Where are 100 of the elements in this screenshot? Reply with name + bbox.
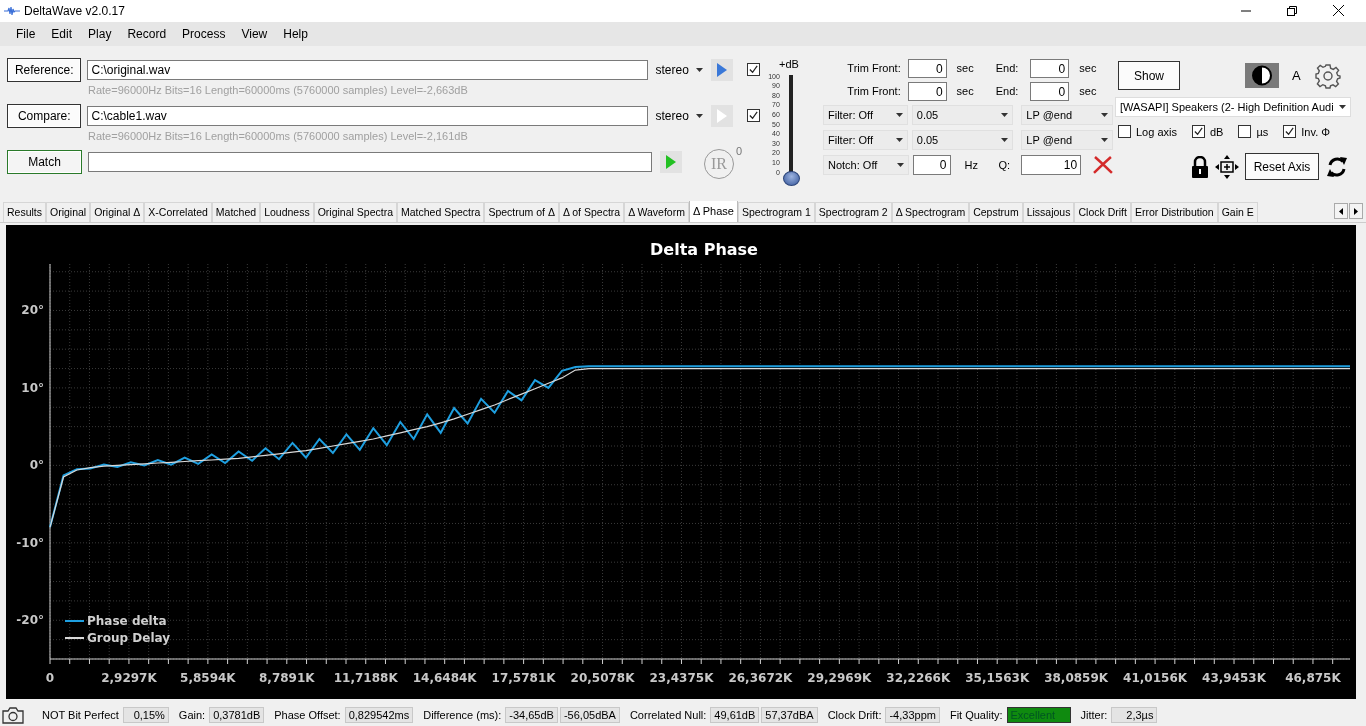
end-field[interactable]: 0 bbox=[1030, 58, 1070, 78]
tab[interactable]: Spectrogram 2 bbox=[814, 202, 892, 223]
trim-field[interactable]: 0 bbox=[907, 81, 947, 101]
menu-item[interactable]: File bbox=[8, 26, 44, 41]
y-tick-label: -20° bbox=[16, 613, 44, 628]
file-button[interactable]: Compare: bbox=[7, 103, 82, 128]
right-arrow-icon bbox=[1354, 207, 1358, 215]
tab[interactable]: Lissajous bbox=[1022, 202, 1075, 223]
font-button[interactable]: A bbox=[1292, 68, 1301, 84]
caret-icon bbox=[896, 163, 904, 168]
filter-dropdown[interactable]: Filter: Off bbox=[823, 130, 908, 151]
checkbox[interactable] bbox=[747, 63, 760, 77]
device-dropdown[interactable]: [WASAPI] Speakers (2- High Definition Audi bbox=[1115, 96, 1351, 117]
status-value: -34,65dB bbox=[505, 707, 558, 724]
x-tick-label: 46,875K bbox=[1285, 671, 1341, 686]
x-tick-label: 38,0859K bbox=[1044, 671, 1109, 686]
end-label: End: bbox=[994, 85, 1019, 98]
x-tick-label: 41,0156K bbox=[1123, 671, 1188, 686]
caret-icon bbox=[1101, 113, 1108, 118]
move-icon[interactable] bbox=[1214, 153, 1240, 180]
play-button[interactable] bbox=[711, 58, 733, 81]
tab[interactable]: Gain E bbox=[1217, 202, 1258, 223]
mode-dropdown[interactable]: LP @end bbox=[1021, 130, 1113, 151]
camera-icon[interactable] bbox=[2, 706, 24, 725]
checkbox[interactable] bbox=[1192, 125, 1205, 139]
show-button[interactable]: Show bbox=[1118, 61, 1180, 91]
path-field[interactable]: C:\cable1.wav bbox=[87, 105, 648, 126]
status-value: -4,33ppm bbox=[885, 707, 940, 724]
tab[interactable]: Original Δ bbox=[90, 202, 145, 223]
trim-label: Trim Front: bbox=[846, 85, 901, 98]
menu-item[interactable]: Help bbox=[275, 26, 316, 41]
status-label: Gain: bbox=[178, 709, 206, 722]
path-field[interactable]: C:\original.wav bbox=[87, 59, 648, 80]
refresh-icon[interactable] bbox=[1326, 154, 1348, 179]
checkbox[interactable] bbox=[747, 109, 760, 123]
maximize-icon[interactable] bbox=[1287, 5, 1297, 16]
match-button[interactable]: Match bbox=[7, 149, 82, 174]
lock-icon[interactable] bbox=[1191, 155, 1209, 178]
tab[interactable]: Spectrogram 1 bbox=[737, 202, 815, 223]
x-tick-label: 11,7188K bbox=[333, 671, 398, 686]
tab[interactable]: Cepstrum bbox=[969, 202, 1023, 223]
tab[interactable]: Δ Spectrogram bbox=[891, 202, 970, 223]
file-button[interactable]: Reference: bbox=[7, 57, 82, 82]
tab[interactable]: Error Distribution bbox=[1130, 202, 1218, 223]
tab[interactable]: Loudness bbox=[260, 202, 314, 223]
tab[interactable]: Δ of Spectra bbox=[558, 202, 625, 223]
volume-slider-thumb[interactable] bbox=[782, 170, 800, 186]
y-tick-label: 10° bbox=[21, 381, 44, 396]
caret-icon bbox=[895, 113, 903, 118]
status-label: Clock Drift: bbox=[827, 709, 882, 722]
scroll-right-button[interactable] bbox=[1349, 203, 1363, 220]
caret-icon bbox=[1339, 104, 1346, 109]
checkbox[interactable] bbox=[1118, 125, 1131, 139]
status-label: Jitter: bbox=[1080, 709, 1108, 722]
q-field[interactable]: 10 bbox=[1021, 155, 1082, 176]
notch-dropdown[interactable]: Notch: Off bbox=[823, 155, 909, 176]
filter-dropdown[interactable]: Filter: Off bbox=[823, 105, 908, 126]
tab[interactable]: Original Spectra bbox=[313, 202, 397, 223]
tab[interactable]: Matched Spectra bbox=[397, 202, 485, 223]
tab[interactable]: Matched bbox=[211, 202, 261, 223]
checkbox[interactable] bbox=[1238, 125, 1252, 139]
trim-field[interactable]: 0 bbox=[907, 58, 947, 78]
menu-item[interactable]: View bbox=[233, 26, 276, 41]
settings-icon[interactable] bbox=[1314, 62, 1341, 89]
status-value: 57,37dBA bbox=[761, 707, 818, 724]
tab[interactable]: Results bbox=[3, 202, 46, 223]
file-info: Rate=96000Hz Bits=16 Length=60000ms (5760000 samples) Level=-2,663dB bbox=[88, 83, 469, 98]
tab[interactable]: X-Correlated bbox=[144, 202, 212, 223]
status-value: 49,61dB bbox=[710, 707, 760, 724]
tab[interactable]: Spectrum of Δ bbox=[484, 202, 559, 223]
tab[interactable]: Δ Waveform bbox=[624, 202, 689, 223]
caret-icon bbox=[696, 113, 704, 118]
mode-dropdown[interactable]: LP @end bbox=[1021, 105, 1113, 126]
menu-item[interactable]: Record bbox=[119, 26, 175, 41]
status-value: 0,829542ms bbox=[344, 707, 414, 724]
x-tick-label: 20,5078K bbox=[570, 671, 635, 686]
scroll-left-button[interactable] bbox=[1334, 203, 1348, 220]
close-icon[interactable] bbox=[1333, 5, 1344, 17]
x-tick-label: 0 bbox=[45, 671, 55, 686]
tab[interactable]: Original bbox=[46, 202, 91, 223]
status-value: 0,15% bbox=[122, 707, 169, 724]
reset-axis-button[interactable]: Reset Axis bbox=[1245, 153, 1319, 181]
caret-icon bbox=[1101, 138, 1108, 143]
unit-label: sec bbox=[1079, 85, 1098, 98]
frequency-dropdown[interactable]: 0.05 bbox=[911, 105, 1014, 126]
left-arrow-icon bbox=[1339, 207, 1343, 215]
contrast-icon[interactable] bbox=[1245, 63, 1279, 89]
x-tick-label: 17,5781K bbox=[491, 671, 556, 686]
menu-item[interactable]: Process bbox=[174, 26, 234, 41]
clear-icon[interactable] bbox=[1093, 156, 1113, 175]
menu-item[interactable]: Edit bbox=[43, 26, 81, 41]
x-tick-label: 2,9297K bbox=[101, 671, 157, 686]
checkbox[interactable] bbox=[1283, 125, 1297, 139]
match-field[interactable] bbox=[88, 151, 652, 172]
tab[interactable]: Δ Phase bbox=[688, 201, 738, 223]
notch-field[interactable]: 0 bbox=[912, 155, 951, 176]
menu-item[interactable]: Play bbox=[80, 26, 120, 41]
tab[interactable]: Clock Drift bbox=[1074, 202, 1131, 223]
frequency-dropdown[interactable]: 0.05 bbox=[911, 130, 1014, 151]
end-field[interactable]: 0 bbox=[1030, 81, 1070, 101]
